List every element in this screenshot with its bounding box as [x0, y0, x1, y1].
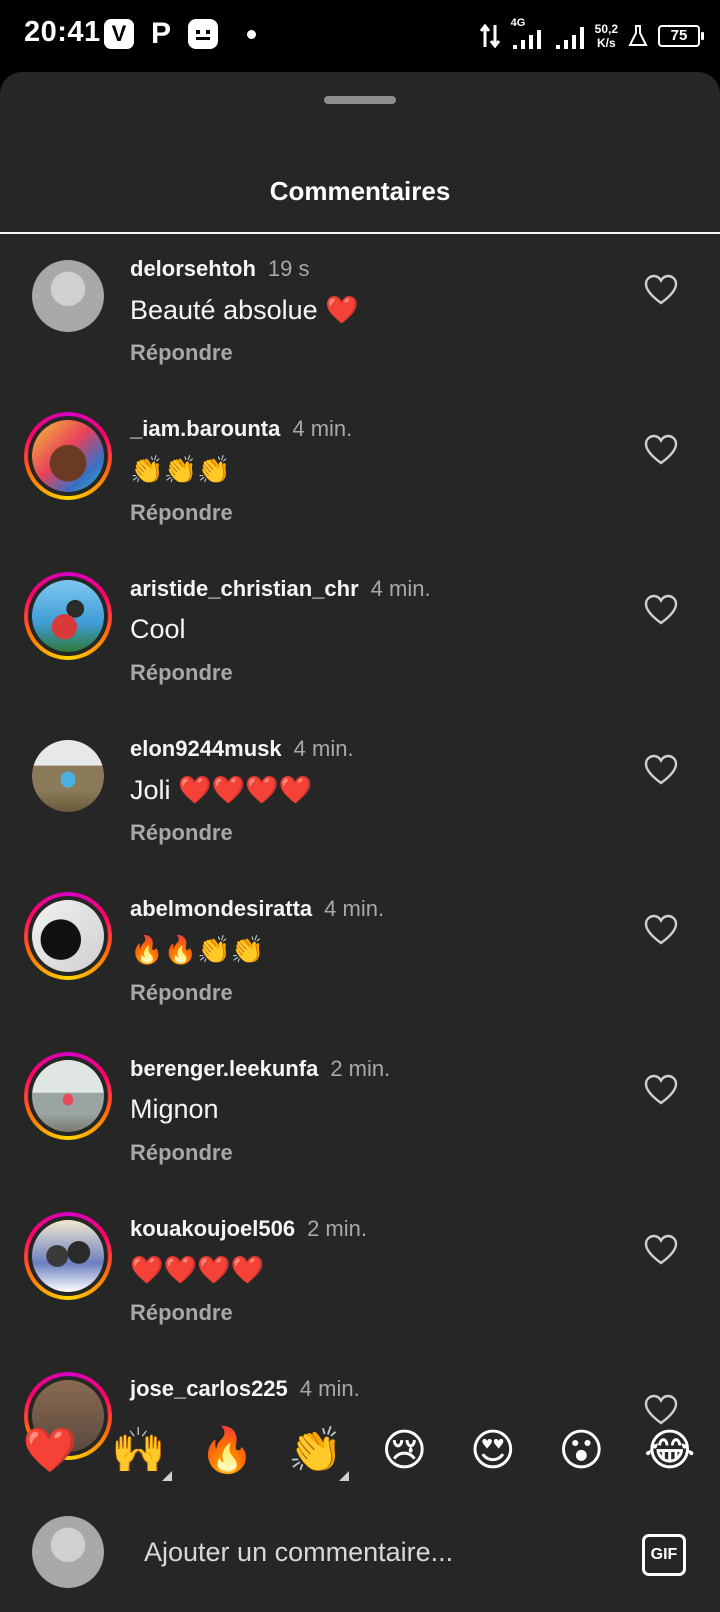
avatar-story-ring[interactable]: [24, 892, 112, 980]
comment-item: aristide_christian_chr 4 min. Cool Répond…: [0, 554, 720, 714]
avatar-story-ring[interactable]: [24, 572, 112, 660]
comment-username[interactable]: elon9244musk: [130, 736, 282, 761]
comment-text: Beauté absolue ❤️: [130, 295, 359, 325]
avatar-story-ring[interactable]: [24, 1052, 112, 1140]
comment-username[interactable]: _iam.barounta: [130, 416, 280, 441]
message-notification-icon: [188, 19, 218, 49]
avatar-story-ring[interactable]: [24, 412, 112, 500]
app-notification-icon-p: P: [150, 17, 171, 50]
comment-text: Joli ❤️❤️❤️❤️: [130, 775, 313, 805]
reply-button[interactable]: Répondre: [130, 500, 233, 526]
comment-time: 2 min.: [330, 1056, 391, 1081]
comment-time: 4 min.: [299, 1376, 360, 1401]
comment-username[interactable]: aristide_christian_chr: [130, 576, 359, 601]
drag-handle[interactable]: [324, 96, 396, 104]
signal-4g-icon: 4G: [511, 17, 545, 51]
comment-item: berenger.leekunfa 2 min. Mignon Répondre: [0, 1034, 720, 1194]
like-heart-icon[interactable]: [644, 594, 678, 626]
emoji-raised-hands-button[interactable]: 🙌: [104, 1421, 174, 1481]
reply-button[interactable]: Répondre: [130, 820, 233, 846]
comment-input[interactable]: [130, 1524, 600, 1580]
status-bar: 20:41 V P 4G 50,2 K/s 75: [0, 0, 720, 72]
comment-item: delorsehtoh 19 s Beauté absolue ❤️ Répond…: [0, 234, 720, 394]
avatar[interactable]: [24, 732, 112, 820]
emoji-clap-button[interactable]: 👏: [281, 1421, 351, 1481]
comment-time: 4 min.: [293, 736, 354, 761]
comment-username[interactable]: jose_carlos225: [130, 1376, 288, 1401]
comment-username[interactable]: berenger.leekunfa: [130, 1056, 318, 1081]
emoji-heart-eyes-button[interactable]: 😍: [458, 1421, 528, 1481]
reply-button[interactable]: Répondre: [130, 980, 233, 1006]
comment-item: _iam.barounta 4 min. 👏👏👏 Répondre: [0, 394, 720, 554]
reply-button[interactable]: Répondre: [130, 1140, 233, 1166]
emoji-crying-button[interactable]: 😢: [369, 1421, 439, 1481]
comment-time: 2 min.: [307, 1216, 367, 1241]
comment-input-bar: GIF: [0, 1496, 720, 1612]
flask-icon: [628, 25, 648, 46]
status-icons: 4G 50,2 K/s 75: [479, 17, 704, 54]
like-heart-icon[interactable]: [644, 274, 678, 306]
comment-time: 19 s: [267, 256, 310, 281]
emoji-fire-button[interactable]: 🔥: [192, 1421, 262, 1481]
like-heart-icon[interactable]: [644, 754, 678, 786]
emoji-surprised-button[interactable]: 😮: [546, 1421, 616, 1481]
comment-time: 4 min.: [370, 576, 431, 601]
comment-list[interactable]: delorsehtoh 19 s Beauté absolue ❤️ Répond…: [0, 234, 720, 1478]
emoji-heart-button[interactable]: ❤️: [15, 1421, 85, 1481]
reply-button[interactable]: Répondre: [130, 340, 233, 366]
comment-item: abelmondesiratta 4 min. 🔥🔥👏👏 Répondre: [0, 874, 720, 1034]
comment-text: 👏👏👏: [130, 455, 231, 485]
comment-item: kouakoujoel506 2 min. ❤️❤️❤️❤️ Répondre: [0, 1194, 720, 1354]
gif-button[interactable]: GIF: [642, 1534, 686, 1576]
emoji-reaction-bar: ❤️ 🙌 🔥 👏 😢 😍 😮 😂: [0, 1406, 720, 1496]
comment-text: Mignon: [130, 1094, 219, 1124]
comment-username[interactable]: kouakoujoel506: [130, 1216, 295, 1241]
like-heart-icon[interactable]: [644, 914, 678, 946]
app-notification-icon-v: V: [104, 19, 134, 49]
signal-icon: [555, 27, 584, 49]
like-heart-icon[interactable]: [644, 1074, 678, 1106]
comment-text: 🔥🔥👏👏: [130, 935, 265, 965]
reply-button[interactable]: Répondre: [130, 1300, 233, 1326]
clock: 20:41: [24, 16, 101, 48]
comment-text: ❤️❤️❤️❤️: [130, 1255, 265, 1285]
comment-time: 4 min.: [324, 896, 385, 921]
like-heart-icon[interactable]: [644, 434, 678, 466]
comment-item: elon9244musk 4 min. Joli ❤️❤️❤️❤️ Répondr…: [0, 714, 720, 874]
like-heart-icon[interactable]: [644, 1234, 678, 1266]
comment-time: 4 min.: [292, 416, 353, 441]
avatar-story-ring[interactable]: [24, 1212, 112, 1300]
battery-indicator: 75: [658, 25, 704, 47]
comment-text: Cool: [130, 614, 186, 644]
comment-username[interactable]: abelmondesiratta: [130, 896, 312, 921]
comment-username[interactable]: delorsehtoh: [130, 256, 256, 281]
avatar[interactable]: [24, 252, 112, 340]
reply-button[interactable]: Répondre: [130, 660, 233, 686]
sheet-title: Commentaires: [269, 176, 451, 206]
more-notifications-dot: [247, 30, 256, 39]
emoji-laughing-button[interactable]: 😂: [635, 1421, 705, 1481]
network-speed: 50,2 K/s: [594, 22, 618, 50]
my-avatar: [32, 1516, 104, 1588]
comments-sheet: Commentaires delorsehtoh 19 s Beauté abso…: [0, 72, 720, 1612]
data-transfer-icon: [479, 23, 500, 49]
